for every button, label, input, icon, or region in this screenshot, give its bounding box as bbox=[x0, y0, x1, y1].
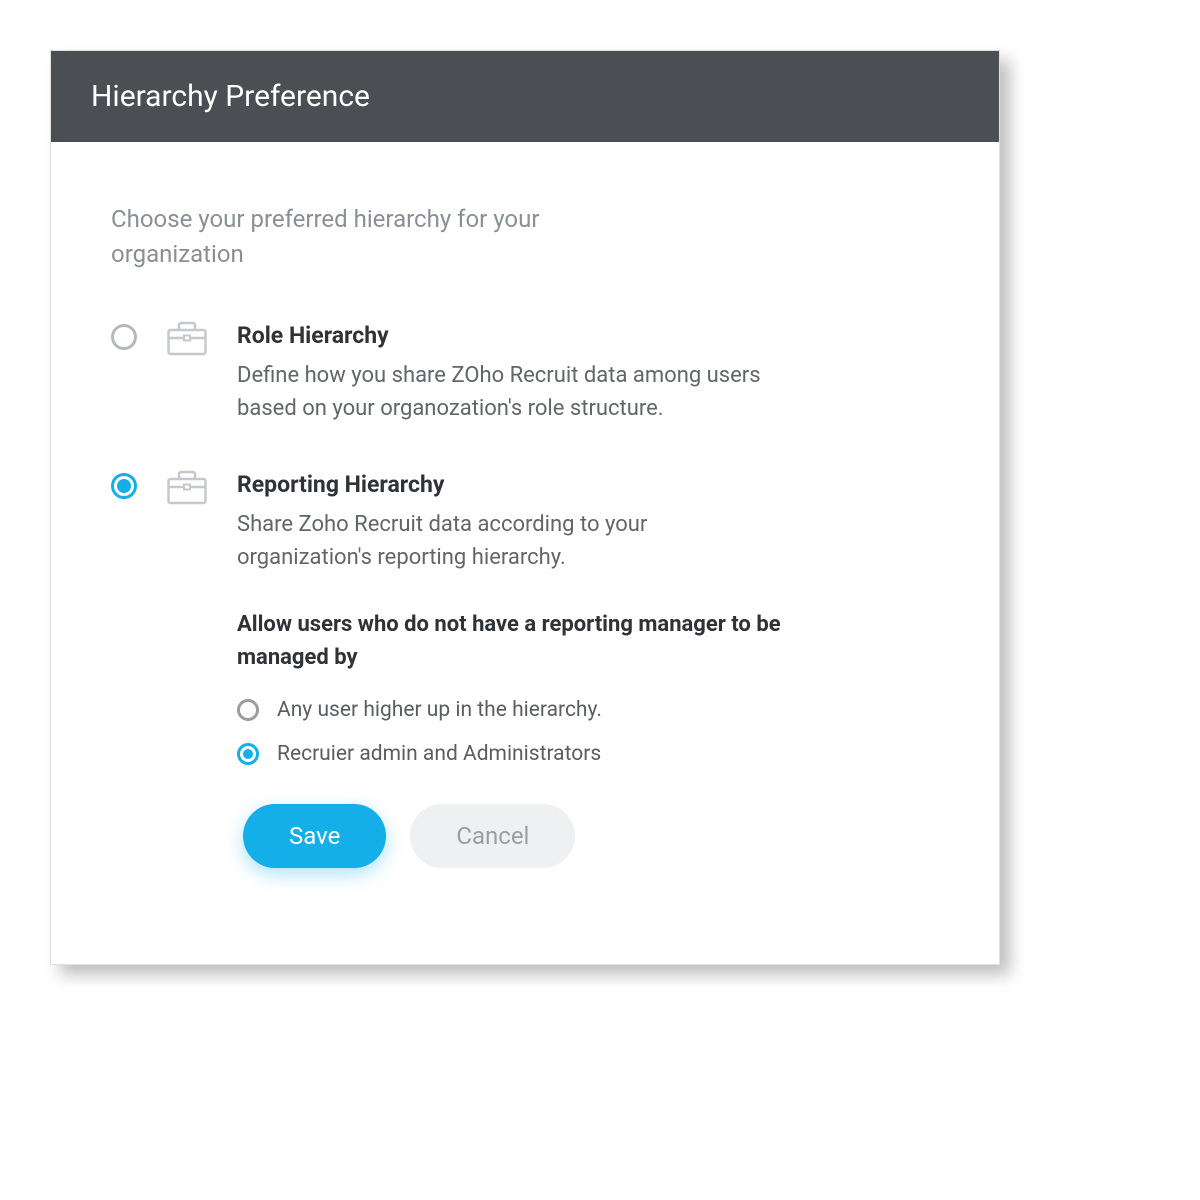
dialog-body: Choose your preferred hierarchy for your… bbox=[51, 142, 999, 964]
option-role-title: Role Hierarchy bbox=[237, 322, 939, 349]
save-button[interactable]: Save bbox=[243, 804, 386, 868]
briefcase-icon bbox=[167, 320, 207, 360]
sub-label-recruiter-admin: Recruier admin and Administrators bbox=[277, 742, 601, 766]
cancel-button[interactable]: Cancel bbox=[410, 804, 575, 868]
option-reporting-desc: Share Zoho Recruit data according to you… bbox=[237, 508, 777, 574]
dialog-title: Hierarchy Preference bbox=[51, 51, 999, 142]
option-reporting-hierarchy[interactable]: Reporting Hierarchy Share Zoho Recruit d… bbox=[111, 471, 939, 868]
intro-text: Choose your preferred hierarchy for your… bbox=[111, 202, 591, 272]
button-row: Save Cancel bbox=[243, 804, 939, 868]
hierarchy-preference-dialog: Hierarchy Preference Choose your preferr… bbox=[50, 50, 1000, 965]
briefcase-icon bbox=[167, 469, 207, 509]
radio-any-user[interactable] bbox=[237, 699, 259, 721]
sub-option-any-user[interactable]: Any user higher up in the hierarchy. bbox=[237, 698, 939, 722]
option-role-desc: Define how you share ZOho Recruit data a… bbox=[237, 359, 777, 425]
radio-recruiter-admin[interactable] bbox=[237, 743, 259, 765]
option-reporting-title: Reporting Hierarchy bbox=[237, 471, 939, 498]
radio-reporting-hierarchy[interactable] bbox=[111, 473, 137, 499]
option-role-hierarchy[interactable]: Role Hierarchy Define how you share ZOho… bbox=[111, 322, 939, 425]
sub-heading: Allow users who do not have a reporting … bbox=[237, 608, 797, 674]
option-role-content: Role Hierarchy Define how you share ZOho… bbox=[237, 322, 939, 425]
sub-option-recruiter-admin[interactable]: Recruier admin and Administrators bbox=[237, 742, 939, 766]
radio-role-hierarchy[interactable] bbox=[111, 324, 137, 350]
sub-label-any-user: Any user higher up in the hierarchy. bbox=[277, 698, 602, 722]
option-reporting-content: Reporting Hierarchy Share Zoho Recruit d… bbox=[237, 471, 939, 868]
